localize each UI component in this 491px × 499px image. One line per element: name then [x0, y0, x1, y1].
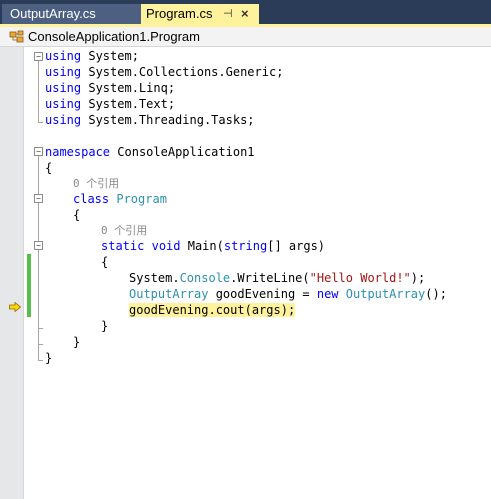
change-indicator [27, 254, 31, 317]
fold-icon[interactable]: − [34, 147, 43, 156]
outline-line [38, 156, 39, 360]
code-editor[interactable]: − − − − using System; using System.Colle… [0, 47, 491, 499]
code-line: using System.Linq; [45, 81, 176, 95]
tab-label: Program.cs [146, 6, 213, 21]
fold-icon[interactable]: − [34, 194, 43, 203]
tab-label: OutputArray.cs [10, 6, 96, 21]
code-line: using System.Threading.Tasks; [45, 113, 255, 127]
outline-tick [38, 328, 43, 329]
code-line: } [73, 335, 81, 349]
reference-count-lens[interactable]: 0 个引用 [101, 223, 147, 239]
current-statement-line: goodEvening.cout(args); [129, 302, 296, 318]
outline-tick [38, 360, 43, 361]
pin-icon[interactable]: ⊣ [223, 4, 233, 24]
execution-arrow-icon [9, 302, 21, 312]
code-line: { [45, 161, 53, 175]
type-dropdown-label: ConsoleApplication1.Program [28, 29, 200, 44]
indicator-margin[interactable] [0, 47, 24, 499]
tab-program[interactable]: Program.cs ⊣ × [141, 4, 259, 24]
code-line: } [45, 351, 53, 365]
code-line: { [101, 255, 109, 269]
navigation-bar[interactable]: ConsoleApplication1.Program [0, 27, 491, 47]
outline-tick [38, 122, 43, 123]
reference-count-lens[interactable]: 0 个引用 [73, 176, 119, 192]
close-icon[interactable]: × [241, 4, 249, 24]
class-icon [9, 30, 24, 43]
tab-outputarray[interactable]: OutputArray.cs [2, 4, 141, 24]
code-line: using System; [45, 49, 139, 63]
code-line: static void Main(string[] args) [101, 239, 326, 253]
code-line: using System.Collections.Generic; [45, 65, 284, 79]
code-line: using System.Text; [45, 97, 176, 111]
code-line: class Program [73, 192, 167, 206]
code-line: System.Console.WriteLine("Hello World!")… [129, 271, 426, 285]
code-line: namespace ConsoleApplication1 [45, 145, 255, 159]
code-line: { [73, 208, 81, 222]
fold-icon[interactable]: − [34, 241, 43, 250]
code-line: } [101, 319, 109, 333]
fold-icon[interactable]: − [34, 52, 43, 61]
code-line: OutputArray goodEvening = new OutputArra… [129, 287, 447, 301]
outline-line [38, 61, 39, 122]
current-statement-highlight: goodEvening.cout(args); [129, 303, 296, 317]
document-tab-strip: OutputArray.cs Program.cs ⊣ × [0, 0, 491, 27]
outline-tick [38, 344, 43, 345]
